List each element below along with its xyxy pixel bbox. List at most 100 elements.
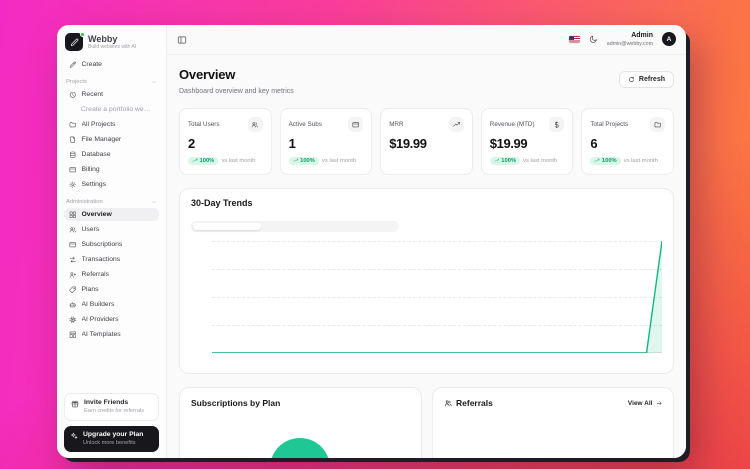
app-logo[interactable]: Webby Build websites with AI [65,33,158,51]
plan-donut-chart [270,438,330,458]
sidebar-item[interactable]: AI Builders [64,298,159,312]
subscriptions-title: Subscriptions by Plan [191,398,410,408]
trending-up-icon [453,121,461,129]
trend-chart [191,241,662,364]
credit-card-icon [352,121,360,129]
admin-nav-list: Overview Users Subscriptions Transaction… [64,208,159,343]
sidebar-item-label: File Manager [82,136,122,143]
sparkles-icon [70,432,78,440]
invite-title: Invite Friends [84,399,144,408]
stat-value: $19.99 [389,137,464,151]
gift-icon [71,400,79,408]
change-note: vs last month [322,158,356,164]
administration-section-header[interactable]: Administration [66,199,157,205]
sidebar: Webby Build websites with AI Create Proj… [57,25,167,458]
moon-icon[interactable] [589,35,598,44]
invite-friends-card[interactable]: Invite Friends Earn credits for referral… [64,393,159,421]
sidebar-item[interactable]: Settings [64,178,159,192]
referrals-title: Referrals [456,398,493,408]
sidebar-item-label: Settings [82,181,107,188]
online-status-dot [80,32,85,37]
change-badge: 100% [490,157,520,165]
user-name: Admin [607,32,653,40]
stat-label: Total Users [188,121,220,128]
sidebar-item[interactable]: All Projects [64,118,159,132]
sidebar-item-label: Plans [82,286,99,293]
trending-up-icon [293,158,299,164]
section-label: Administration [66,199,103,205]
sidebar-item[interactable]: Database [64,148,159,162]
sidebar-item[interactable]: Plans [64,283,159,297]
sidebar-item-label: Subscriptions [82,241,123,248]
sidebar-item[interactable]: Referrals [64,268,159,282]
trend-tab[interactable] [261,223,329,230]
sidebar-item[interactable]: Overview [64,208,159,222]
view-all-link[interactable]: View All [628,400,662,407]
file-icon [69,136,77,144]
sidebar-item-label: Recent [82,91,104,98]
avatar[interactable]: A [662,32,676,46]
sidebar-item[interactable]: Transactions [64,253,159,267]
upgrade-subtitle: Unlock more benefits [83,440,143,447]
credit-card-icon [69,241,77,249]
sidebar-item[interactable]: Create a portfolio websit... [64,103,159,116]
us-flag-icon[interactable] [569,36,580,44]
stat-card: Active Subs 1 100% vs last month [280,108,373,175]
trending-up-icon [594,158,600,164]
projects-nav-list: Recent Create a portfolio websit... All … [64,88,159,193]
brush-icon [70,38,79,47]
refresh-button[interactable]: Refresh [619,71,674,88]
stat-value: 2 [188,137,263,151]
stat-label: Revenue (MTD) [490,121,535,128]
stat-value: 6 [590,137,665,151]
sidebar-item[interactable]: Billing [64,163,159,177]
user-plus-icon [69,271,77,279]
tag-icon [69,286,77,294]
stat-label: Total Projects [590,121,628,128]
dollar-icon [553,121,561,129]
trending-up-icon [192,158,198,164]
sidebar-item-create[interactable]: Create [64,58,159,72]
sidebar-item-label: Transactions [82,256,121,263]
trend-tab[interactable] [329,223,397,230]
sidebar-item[interactable]: Subscriptions [64,238,159,252]
trend-tab[interactable] [193,223,261,230]
projects-section-header[interactable]: Projects [66,79,157,85]
layout-grid-icon [69,211,77,219]
topbar: Admin admin@webby.com A [167,25,686,55]
page-title: Overview [179,67,294,82]
change-badge: 100% [188,157,218,165]
chevron-down-icon [151,199,157,205]
trends-card: 30-Day Trends [179,188,674,374]
stats-row: Total Users 2 100% vs last month Active … [179,108,674,175]
app-tagline: Build websites with AI [88,44,136,50]
change-note: vs last month [523,158,557,164]
main-area: Admin admin@webby.com A Overview Dashboa… [167,25,686,458]
change-badge: 100% [590,157,620,165]
stat-card: Total Users 2 100% vs last month [179,108,272,175]
arrows-swap-icon [69,256,77,264]
sidebar-item-label: Users [82,226,100,233]
stat-card: MRR $19.99 [380,108,473,175]
sidebar-item[interactable]: Recent [64,88,159,102]
sidebar-item-label: All Projects [82,121,116,128]
folder-icon [654,121,662,129]
pencil-icon [69,61,77,69]
sidebar-item[interactable]: AI Providers [64,313,159,327]
sidebar-toggle-icon[interactable] [177,35,187,45]
folder-icon [69,121,77,129]
x-axis [212,353,662,364]
sidebar-item[interactable]: Users [64,223,159,237]
page-subtitle: Dashboard overview and key metrics [179,88,294,95]
sidebar-item[interactable]: File Manager [64,133,159,147]
sidebar-item-label: Create a portfolio websit... [81,106,154,113]
sidebar-item-label: Database [82,151,111,158]
user-menu[interactable]: Admin admin@webby.com [607,32,653,46]
sidebar-item[interactable]: AI Templates [64,328,159,342]
gear-icon [69,181,77,189]
stat-value: 1 [289,137,364,151]
stat-value: $19.99 [490,137,565,151]
upgrade-plan-button[interactable]: Upgrade your Plan Unlock more benefits [64,426,159,452]
trend-line-svg [212,241,662,353]
change-badge: 100% [289,157,319,165]
